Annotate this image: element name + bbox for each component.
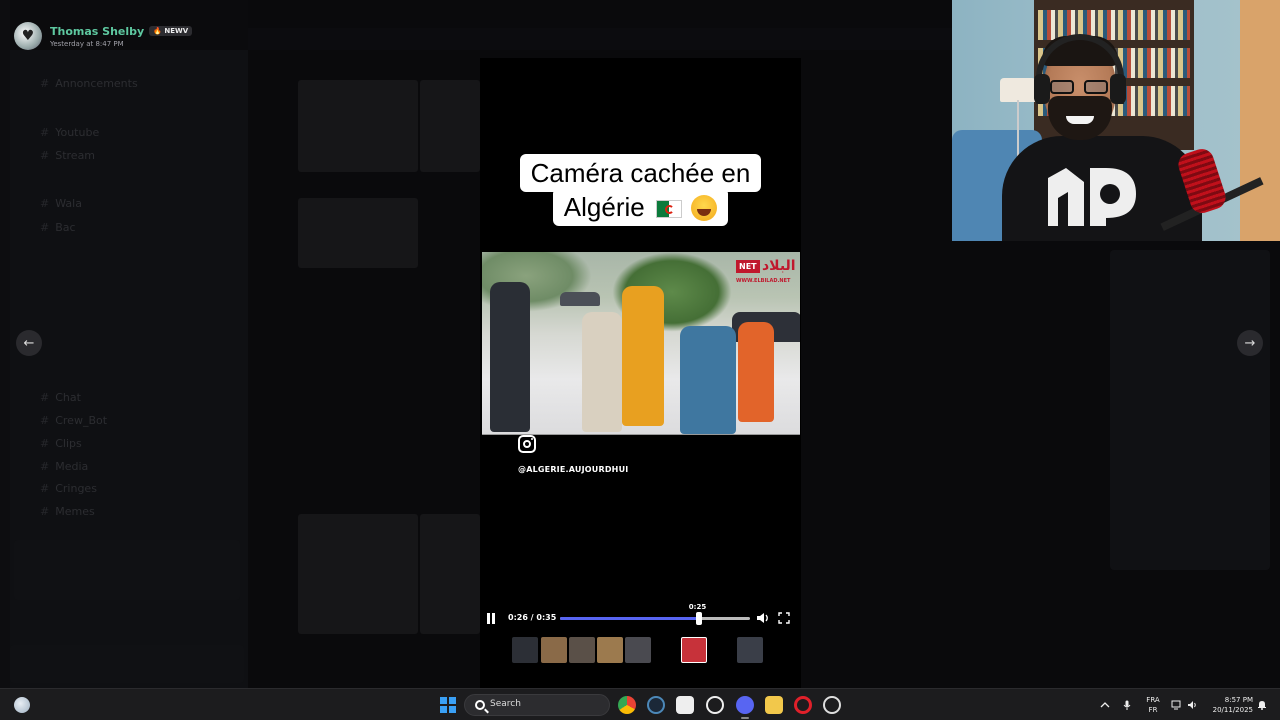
language-indicator[interactable]: FRA FR (1145, 695, 1161, 715)
timestamp: Yesterday at 8:47 PM (50, 39, 124, 48)
background-attachment (420, 80, 480, 172)
volume-icon[interactable] (756, 611, 770, 625)
scene-person (490, 282, 530, 432)
background-user-panel (10, 645, 244, 683)
background-attachment (298, 198, 418, 268)
language-bottom: FR (1148, 706, 1158, 714)
scene-person (738, 322, 774, 422)
windows-start-icon[interactable] (440, 697, 456, 713)
previous-arrow-icon[interactable]: ← (16, 330, 42, 356)
laughing-emoji-icon (691, 195, 718, 221)
background-channel-item: Bac (40, 221, 75, 237)
taskbar-search[interactable]: Search (464, 694, 610, 716)
video-caption: Caméra cachée en Algérie (480, 154, 801, 226)
weather-widget-icon[interactable] (14, 697, 30, 713)
avatar[interactable]: ♥ (14, 22, 42, 50)
background-banner (14, 540, 240, 600)
opera-icon[interactable] (794, 696, 812, 714)
background-channel-item: Chat (40, 391, 81, 407)
fullscreen-icon[interactable] (778, 612, 790, 624)
app-icon[interactable] (823, 696, 841, 714)
instagram-icon (518, 435, 536, 453)
background-channel-item: Youtube (40, 126, 99, 142)
file-explorer-icon[interactable] (765, 696, 783, 714)
store-icon[interactable] (676, 696, 694, 714)
scene-person (622, 286, 664, 426)
background-channel-item: Crew_Bot (40, 414, 107, 430)
video-controls: 0:26 / 0:35 0:25 (480, 603, 801, 628)
caption-line-2-text: Algérie (563, 192, 645, 222)
background-attachment (298, 514, 418, 634)
seek-handle[interactable] (695, 612, 702, 625)
screen: Annoncements Youtube Stream Wala Bac Chat Crew… (0, 0, 1280, 720)
chrome-icon[interactable] (618, 696, 636, 714)
background-channel-item: Wala (40, 197, 82, 213)
discord-icon[interactable] (736, 696, 754, 719)
pause-icon[interactable] (486, 613, 496, 624)
speaker-icon[interactable] (1187, 700, 1197, 710)
network-icon[interactable] (1171, 700, 1181, 710)
broadcaster-logo-arabic: البلاد (762, 258, 796, 274)
scene-person (582, 312, 622, 432)
microphone-icon[interactable] (1122, 700, 1132, 710)
steam-icon[interactable] (647, 696, 665, 714)
media-thumbnail[interactable] (597, 637, 623, 663)
clock-time: 8:57 PM (1224, 696, 1253, 704)
user-badge: 🔥 NEWV (149, 26, 193, 36)
video-player[interactable]: Caméra cachée en Algérie NET البلاد WWW.… (480, 58, 801, 688)
instagram-handle: @ALGERIE.AUJOURDHUI (518, 465, 629, 474)
notification-bell-icon[interactable] (1257, 700, 1267, 710)
webcam-overlay (952, 0, 1280, 241)
shirt-logo (1048, 168, 1136, 226)
scene-person (680, 326, 736, 434)
video-frame: NET البلاد WWW.ELBILAD.NET (482, 252, 800, 435)
seek-bar[interactable]: 0:25 (560, 603, 750, 625)
background-channel-item: Memes (40, 505, 94, 521)
media-thumbnail[interactable] (512, 637, 538, 663)
chatgpt-icon[interactable] (706, 696, 724, 714)
hover-time-tooltip: 0:25 (688, 603, 707, 611)
media-thumbnail[interactable] (569, 637, 595, 663)
background-channel-item: Cringes (40, 482, 97, 498)
media-author: ♥ Thomas Shelby 🔥 NEWV Yesterday at 8:47… (14, 22, 193, 50)
algeria-flag-icon (655, 200, 682, 218)
username[interactable]: Thomas Shelby (50, 25, 144, 38)
background-attachment (420, 514, 480, 634)
broadcaster-url: WWW.ELBILAD.NET (736, 278, 791, 284)
clock-date: 20/11/2025 (1212, 706, 1253, 714)
time-display: 0:26 / 0:35 (508, 613, 557, 622)
taskbar: Search FRA FR 8:57 PM 20/11/2025 (0, 688, 1280, 720)
background-member-list (1110, 250, 1270, 570)
chevron-up-icon[interactable] (1100, 700, 1110, 710)
background-channel-item: Media (40, 460, 88, 476)
background-channel-item: Stream (40, 149, 95, 165)
seek-bar-progress (560, 617, 699, 620)
media-thumbnail[interactable] (737, 637, 763, 663)
search-icon (475, 700, 485, 710)
caption-line-1: Caméra cachée en (519, 154, 762, 192)
broadcaster-logo-net: NET (736, 260, 760, 273)
background-channel-item: Annoncements (40, 77, 137, 93)
media-thumbnail-selected[interactable] (681, 637, 707, 663)
clock[interactable]: 8:57 PM 20/11/2025 (1205, 695, 1253, 715)
scene-car (560, 292, 600, 306)
caption-line-2: Algérie (552, 188, 729, 226)
server-list (0, 0, 10, 688)
broadcaster-logo: NET البلاد WWW.ELBILAD.NET (736, 256, 796, 286)
background-attachment (298, 80, 418, 172)
search-placeholder: Search (490, 699, 521, 709)
user-badge-label: NEWV (164, 27, 189, 35)
next-arrow-icon[interactable]: → (1237, 330, 1263, 356)
media-thumbnail[interactable] (541, 637, 567, 663)
media-thumbnail[interactable] (625, 637, 651, 663)
background-channel-item: Clips (40, 437, 82, 453)
language-top: FRA (1146, 696, 1160, 704)
